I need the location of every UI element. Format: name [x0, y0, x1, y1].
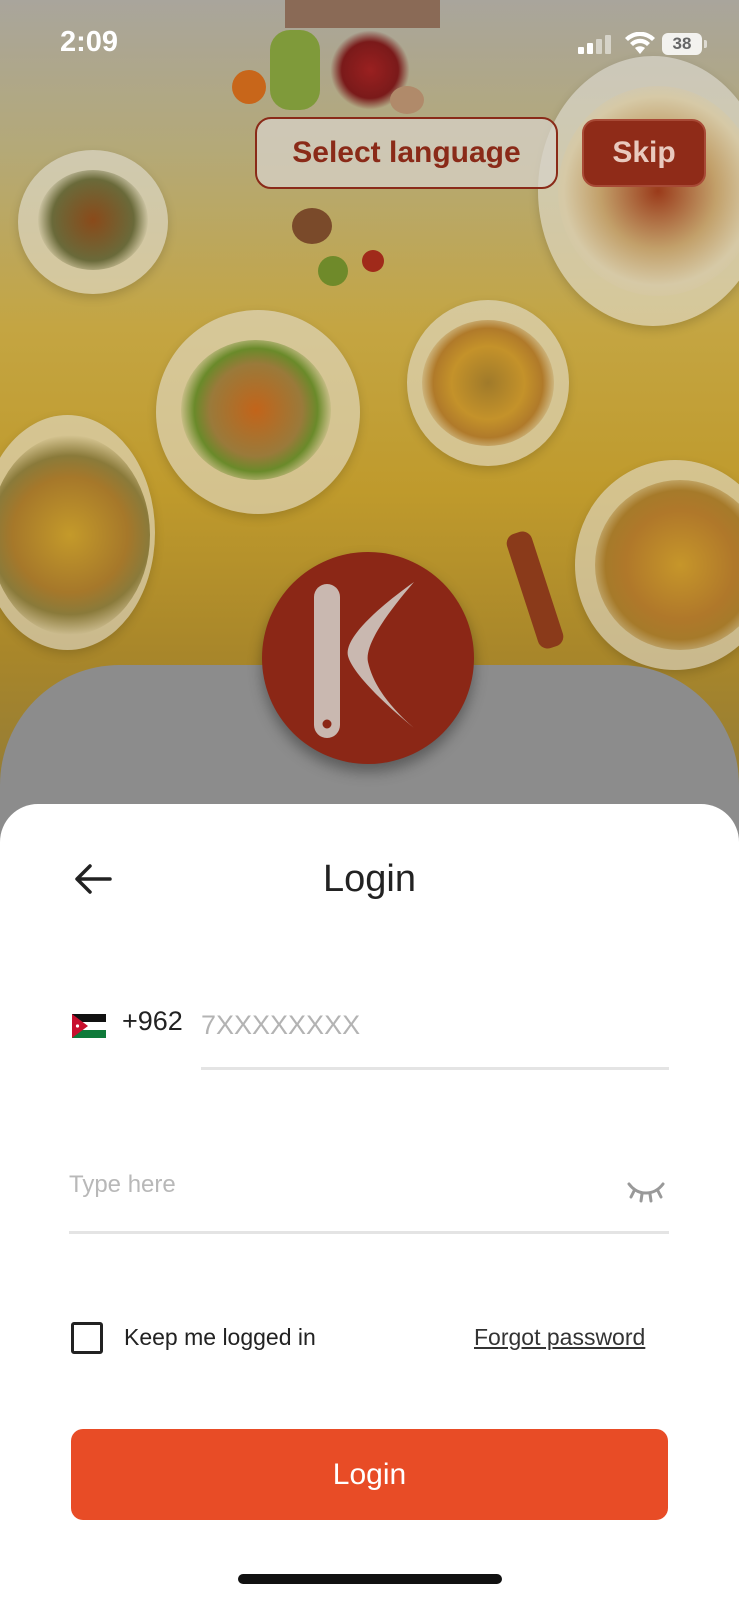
plate-burger [575, 460, 739, 670]
sauce-bottle [504, 528, 566, 652]
cherry-tomato [362, 250, 384, 272]
nuts [292, 208, 332, 244]
kiwi [318, 256, 348, 286]
plate-chicken [18, 150, 168, 294]
status-time: 2:09 [60, 26, 119, 58]
skip-button[interactable]: Skip [582, 119, 706, 187]
forgot-password-link[interactable]: Forgot password [474, 1324, 645, 1351]
select-language-button[interactable]: Select language [255, 117, 558, 189]
home-indicator [238, 1574, 502, 1584]
app-logo [262, 552, 474, 764]
login-button[interactable]: Login [71, 1429, 668, 1520]
egg [390, 86, 424, 114]
battery-tip [704, 40, 707, 48]
plate-nachos [407, 300, 569, 466]
status-bar: 2:09 38 [0, 0, 739, 90]
eye-closed-icon[interactable] [626, 1180, 666, 1206]
keep-logged-in-label[interactable]: Keep me logged in [124, 1324, 316, 1351]
password-input[interactable] [69, 1160, 669, 1234]
wifi-icon [625, 32, 655, 54]
plate-salad [156, 310, 360, 514]
keep-logged-in-checkbox[interactable] [71, 1322, 103, 1354]
phone-input[interactable] [201, 1000, 669, 1070]
plate-spaghetti [538, 56, 739, 326]
logo-k-icon [314, 582, 414, 738]
page-title: Login [323, 858, 416, 900]
signal-icon [578, 35, 611, 54]
plate-fries-chicken [0, 415, 155, 650]
battery-icon: 38 [662, 33, 702, 55]
jordan-flag-icon[interactable] [72, 1014, 106, 1038]
country-code[interactable]: +962 [122, 1006, 183, 1037]
